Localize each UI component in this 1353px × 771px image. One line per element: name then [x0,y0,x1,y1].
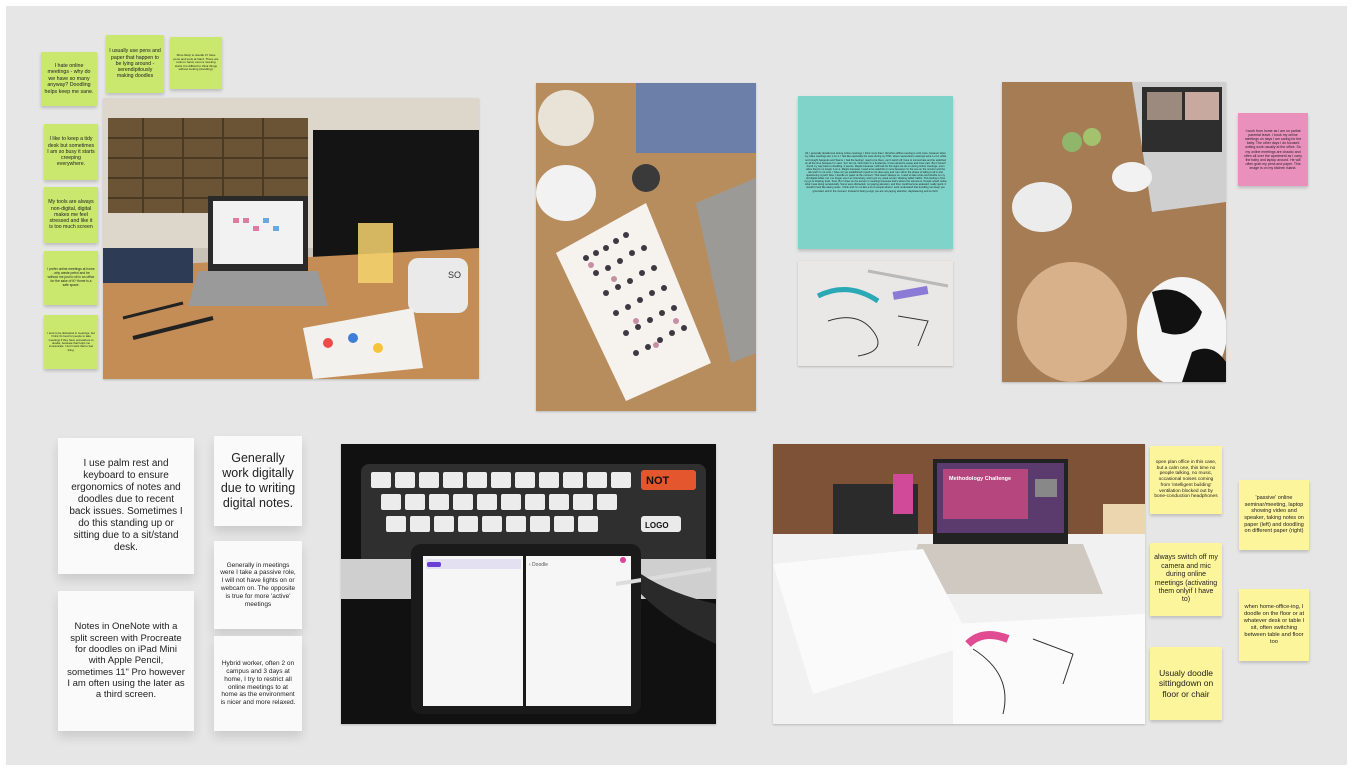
watercolor-photo-icon [536,83,756,411]
sticky-note-more-likely[interactable]: More likely to doodle if I have pens and… [170,37,222,89]
key-label-not: NOT [646,475,670,487]
seminar-laptop-photo[interactable]: Methodology Challenge [773,444,1145,724]
sticky-note-pens-paper[interactable]: I usually use pens and paper that happen… [106,35,164,93]
sticky-note-pink[interactable]: I work from home as I am on partial pare… [1238,113,1308,186]
sticky-note-prefer-online[interactable]: I prefer online meetings at home - why w… [44,251,98,305]
sticky-note-switch-off[interactable]: always switch off my camera and mic duri… [1150,543,1222,616]
sticky-note-hate-online[interactable]: I hate online meetings - why do we have … [41,52,97,106]
sticky-note-passive-role[interactable]: Generally in meetings were I take a pass… [214,541,302,629]
kitchen-photo-icon [1002,82,1226,382]
sticky-note-open-plan[interactable]: open plan office in this case, but a cal… [1150,446,1222,514]
sticky-note-hybrid[interactable]: Hybrid worker, often 2 on campus and 3 d… [214,636,302,731]
watercolor-dots-photo[interactable] [536,83,756,411]
sticky-note-palm-rest[interactable]: I use palm rest and keyboard to ensure e… [58,438,194,574]
key-label-logo: LOGO [645,521,669,530]
desk-photo-icon: SO [103,98,479,379]
baby-kitchen-photo[interactable] [1002,82,1226,382]
sticky-note-usualy-doodle[interactable]: Usualy doodle sittingdown on floor or ch… [1150,647,1222,720]
sticky-note-tidy-desk[interactable]: I like to keep a tidy desk but sometimes… [44,124,98,180]
sticky-note-home-office[interactable]: when home-office-ing, I doodle on the fl… [1239,589,1309,661]
keyboard-photo-icon: NOT LOGO ‹ Doodle [341,444,716,724]
sticky-note-generally-work[interactable]: Generally work digitally due to writing … [214,436,302,526]
sticky-note-passive-seminar[interactable]: 'passive' online seminar/meeting, laptop… [1239,480,1309,550]
mug-text: SO [448,270,461,280]
sticky-note-small[interactable]: I tend to be distracted in meetings, but… [44,315,98,369]
sketch-photo-icon [798,261,953,366]
seminar-photo-icon: Methodology Challenge [773,444,1145,724]
whiteboard-canvas[interactable]: I hate online meetings - why do we have … [6,6,1347,765]
ipad-keyboard-photo[interactable]: NOT LOGO ‹ Doodle [341,444,716,724]
desk-setup-photo[interactable]: SO [103,98,479,379]
sticky-note-onenote[interactable]: Notes in OneNote with a split screen wit… [58,591,194,731]
slide-title: Methodology Challenge [949,476,1011,482]
app-back-label: ‹ Doodle [529,562,548,568]
sketch-pens-photo[interactable] [798,261,953,366]
sticky-note-non-digital[interactable]: My tools are always non-digital, digital… [44,187,98,243]
sticky-note-teal-long[interactable]: All, I generally doodle less during onli… [798,96,953,249]
